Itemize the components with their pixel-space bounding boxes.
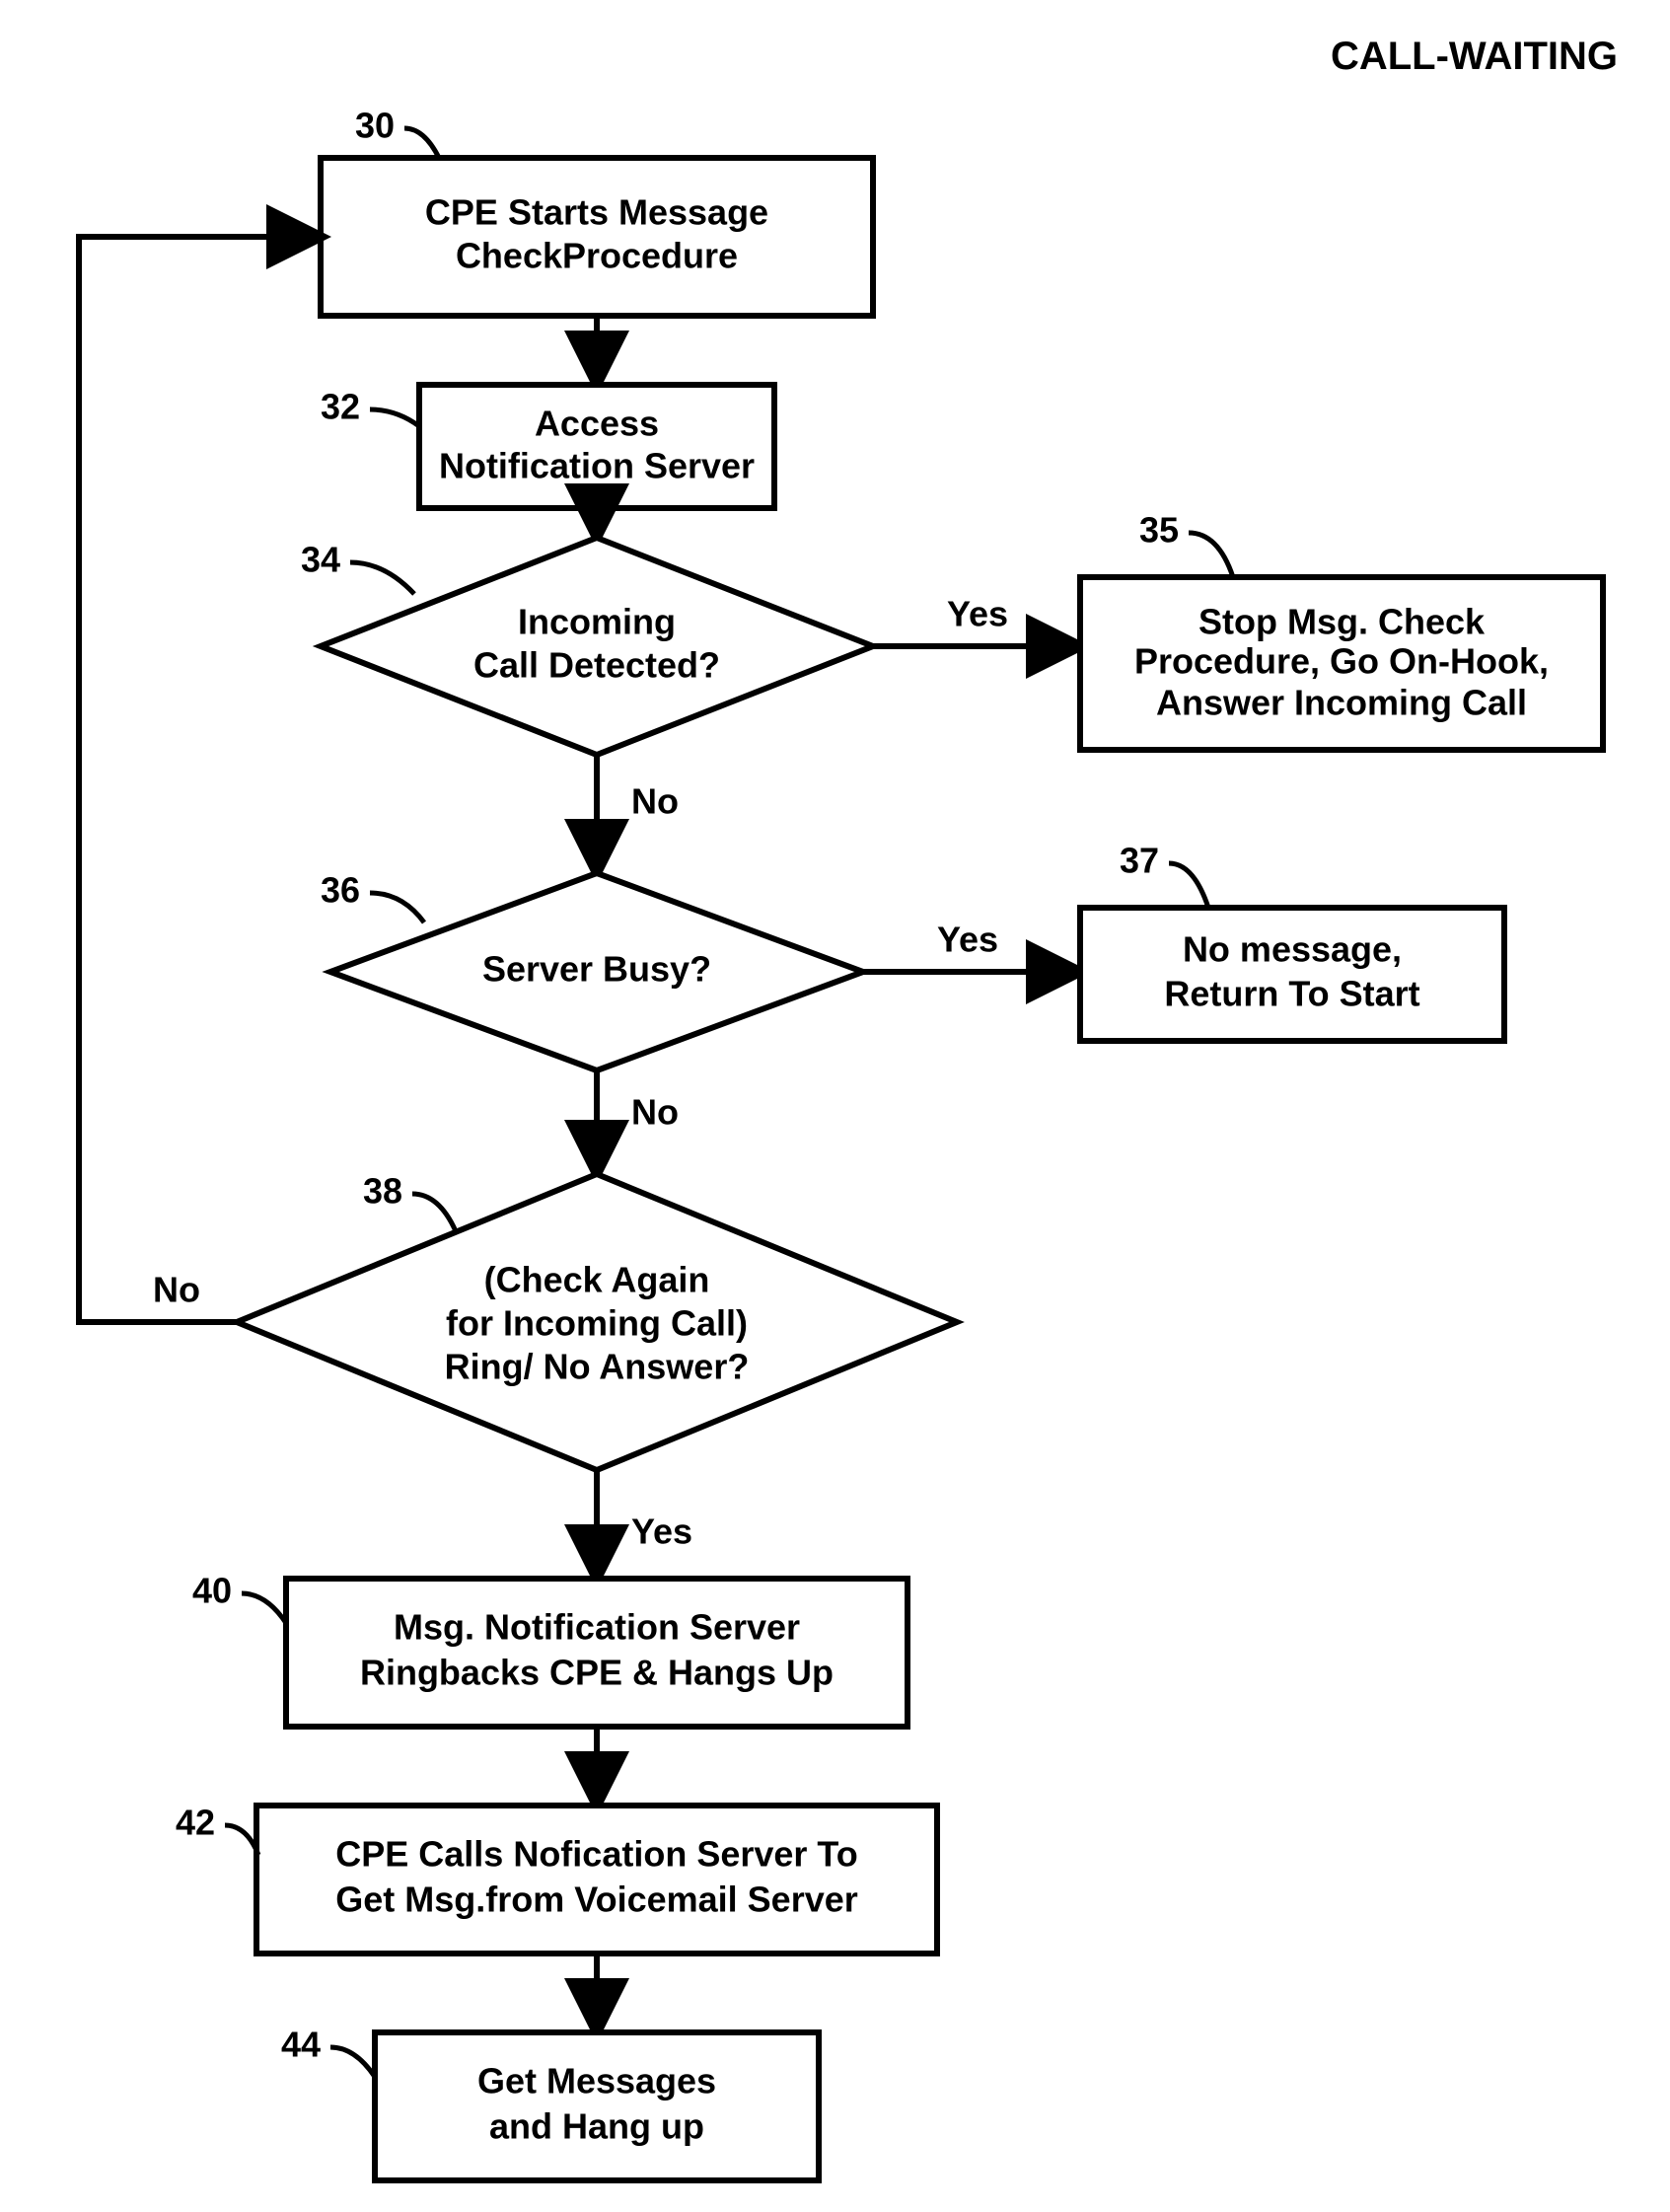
edge-38-no-label: No bbox=[153, 1270, 200, 1310]
node-34-line2: Call Detected? bbox=[473, 645, 720, 686]
flowchart: CALL-WAITING CPE Starts Message CheckPro… bbox=[0, 0, 1670, 2212]
node-34-ref: 34 bbox=[301, 540, 340, 580]
node-35-line2: Procedure, Go On-Hook, bbox=[1134, 641, 1549, 682]
node-44-ref: 44 bbox=[281, 2025, 321, 2065]
node-36-line1: Server Busy? bbox=[482, 949, 711, 990]
node-30-ref: 30 bbox=[355, 106, 395, 146]
edge-36-yes-label: Yes bbox=[937, 920, 998, 960]
node-32-ref: 32 bbox=[321, 387, 360, 427]
node-36-ref: 36 bbox=[321, 870, 360, 911]
node-35-line1: Stop Msg. Check bbox=[1198, 602, 1486, 642]
node-42-line1: CPE Calls Nofication Server To bbox=[335, 1834, 857, 1875]
node-30: CPE Starts Message CheckProcedure 30 bbox=[321, 106, 873, 316]
node-36: Server Busy? 36 bbox=[321, 870, 863, 1070]
node-34-line1: Incoming bbox=[518, 602, 676, 642]
node-34: Incoming Call Detected? 34 bbox=[301, 538, 873, 755]
node-44-line2: and Hang up bbox=[489, 2106, 704, 2147]
node-44: Get Messages and Hang up 44 bbox=[281, 2025, 819, 2180]
node-37-ref: 37 bbox=[1120, 841, 1159, 881]
node-44-line1: Get Messages bbox=[477, 2061, 716, 2101]
node-40: Msg. Notification Server Ringbacks CPE &… bbox=[192, 1571, 908, 1727]
node-40-ref: 40 bbox=[192, 1571, 232, 1611]
node-38-ref: 38 bbox=[363, 1171, 402, 1212]
node-38-line1: (Check Again bbox=[484, 1260, 710, 1300]
node-37: No message, Return To Start 37 bbox=[1080, 841, 1504, 1041]
node-37-line1: No message, bbox=[1183, 929, 1402, 970]
page-title: CALL-WAITING bbox=[1331, 35, 1618, 78]
node-37-line2: Return To Start bbox=[1164, 974, 1419, 1014]
node-30-line1: CPE Starts Message bbox=[425, 192, 768, 233]
edge-34-no-label: No bbox=[631, 781, 679, 822]
node-38-line2: for Incoming Call) bbox=[446, 1303, 748, 1344]
node-32-line2: Notification Server bbox=[439, 446, 755, 486]
node-40-line1: Msg. Notification Server bbox=[394, 1607, 800, 1648]
node-38: (Check Again for Incoming Call) Ring/ No… bbox=[237, 1171, 957, 1470]
node-35-line3: Answer Incoming Call bbox=[1156, 683, 1527, 723]
node-42-line2: Get Msg.from Voicemail Server bbox=[335, 1880, 858, 1920]
node-42-ref: 42 bbox=[176, 1803, 215, 1843]
edge-38-yes-label: Yes bbox=[631, 1512, 692, 1552]
node-32: Access Notification Server 32 bbox=[321, 385, 774, 508]
edge-36-no-label: No bbox=[631, 1092, 679, 1133]
node-30-line2: CheckProcedure bbox=[456, 236, 738, 276]
edge-38-loop bbox=[79, 237, 321, 1322]
node-40-line2: Ringbacks CPE & Hangs Up bbox=[360, 1653, 834, 1693]
edge-34-yes-label: Yes bbox=[947, 594, 1008, 634]
node-42: CPE Calls Nofication Server To Get Msg.f… bbox=[176, 1803, 937, 1954]
node-35: Stop Msg. Check Procedure, Go On-Hook, A… bbox=[1080, 510, 1603, 750]
node-38-line3: Ring/ No Answer? bbox=[445, 1347, 750, 1387]
node-32-line1: Access bbox=[535, 404, 659, 444]
node-35-ref: 35 bbox=[1139, 510, 1179, 551]
